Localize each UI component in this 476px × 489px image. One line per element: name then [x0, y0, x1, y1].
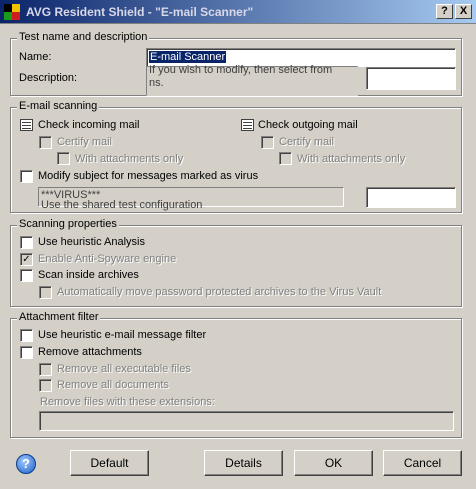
check-incoming-label: Check incoming mail [38, 119, 140, 131]
description-field[interactable]: If you wish to modify, then select from … [146, 64, 358, 96]
ok-button[interactable]: OK [294, 450, 373, 476]
details-button[interactable]: Details [204, 450, 283, 476]
certify-mail-in-checkbox[interactable] [39, 136, 52, 149]
help-title-button[interactable]: ? [436, 4, 453, 19]
antispyware-checkbox[interactable]: ✓ [20, 253, 33, 266]
scanning-properties-legend: Scanning properties [17, 218, 119, 230]
attachments-only-in-checkbox[interactable] [57, 152, 70, 165]
antispyware-label: Enable Anti-Spyware engine [38, 253, 177, 265]
modify-subject-label: Modify subject for messages marked as vi… [38, 170, 259, 182]
title-bar: AVG Resident Shield - "E-mail Scanner" ?… [0, 0, 476, 24]
close-button[interactable]: X [455, 4, 472, 19]
modify-subject-checkbox[interactable] [20, 170, 33, 183]
remove-executable-checkbox[interactable] [39, 363, 52, 376]
default-button[interactable]: Default [70, 450, 149, 476]
remove-documents-label: Remove all documents [57, 379, 169, 391]
certify-mail-out-label: Certify mail [279, 136, 335, 148]
heuristic-checkbox[interactable] [20, 236, 33, 249]
remove-attachments-label: Remove attachments [38, 346, 142, 358]
attachments-only-out-checkbox[interactable] [279, 152, 292, 165]
avg-logo-icon [4, 4, 20, 20]
certify-mail-in-label: Certify mail [57, 136, 113, 148]
extensions-field[interactable] [39, 411, 454, 431]
description-ghost-line-1: If you wish to modify, then select from [149, 64, 333, 76]
inside-archives-checkbox[interactable] [20, 269, 33, 282]
check-outgoing-label: Check outgoing mail [258, 119, 358, 131]
name-label: Name: [19, 51, 52, 63]
inside-archives-label: Scan inside archives [38, 269, 139, 281]
certify-mail-out-checkbox[interactable] [261, 136, 274, 149]
help-icon[interactable]: ? [16, 454, 36, 474]
heuristic-filter-checkbox[interactable] [20, 329, 33, 342]
outgoing-mail-icon[interactable] [241, 119, 254, 131]
shared-config-ghost: Use the shared test configuration [41, 199, 203, 211]
name-value: E-mail Scanner [149, 51, 227, 63]
window-title: AVG Resident Shield - "E-mail Scanner" [26, 5, 254, 19]
remove-documents-checkbox[interactable] [39, 379, 52, 392]
attachments-only-out-label: With attachments only [297, 153, 406, 165]
extensions-label: Remove files with these extensions: [40, 396, 215, 408]
subject-ghost-field [366, 187, 456, 208]
test-name-legend: Test name and description [17, 31, 150, 43]
incoming-mail-icon[interactable] [20, 119, 33, 131]
cancel-button[interactable]: Cancel [383, 450, 462, 476]
email-scanning-legend: E-mail scanning [17, 100, 100, 112]
attachments-only-in-label: With attachments only [75, 153, 184, 165]
remove-executable-label: Remove all executable files [57, 363, 191, 375]
move-password-checkbox[interactable] [39, 286, 52, 299]
heuristic-label: Use heuristic Analysis [38, 236, 145, 248]
subject-field[interactable]: ***VIRUS*** Use the shared test configur… [38, 187, 344, 211]
description-ghost-field [366, 67, 456, 90]
move-password-label: Automatically move password protected ar… [57, 286, 382, 298]
description-label: Description: [19, 72, 78, 84]
heuristic-filter-label: Use heuristic e-mail message filter [38, 329, 207, 341]
attachment-filter-legend: Attachment filter [17, 311, 101, 323]
remove-attachments-checkbox[interactable] [20, 346, 33, 359]
description-ghost-line-2: ns. [149, 77, 164, 89]
